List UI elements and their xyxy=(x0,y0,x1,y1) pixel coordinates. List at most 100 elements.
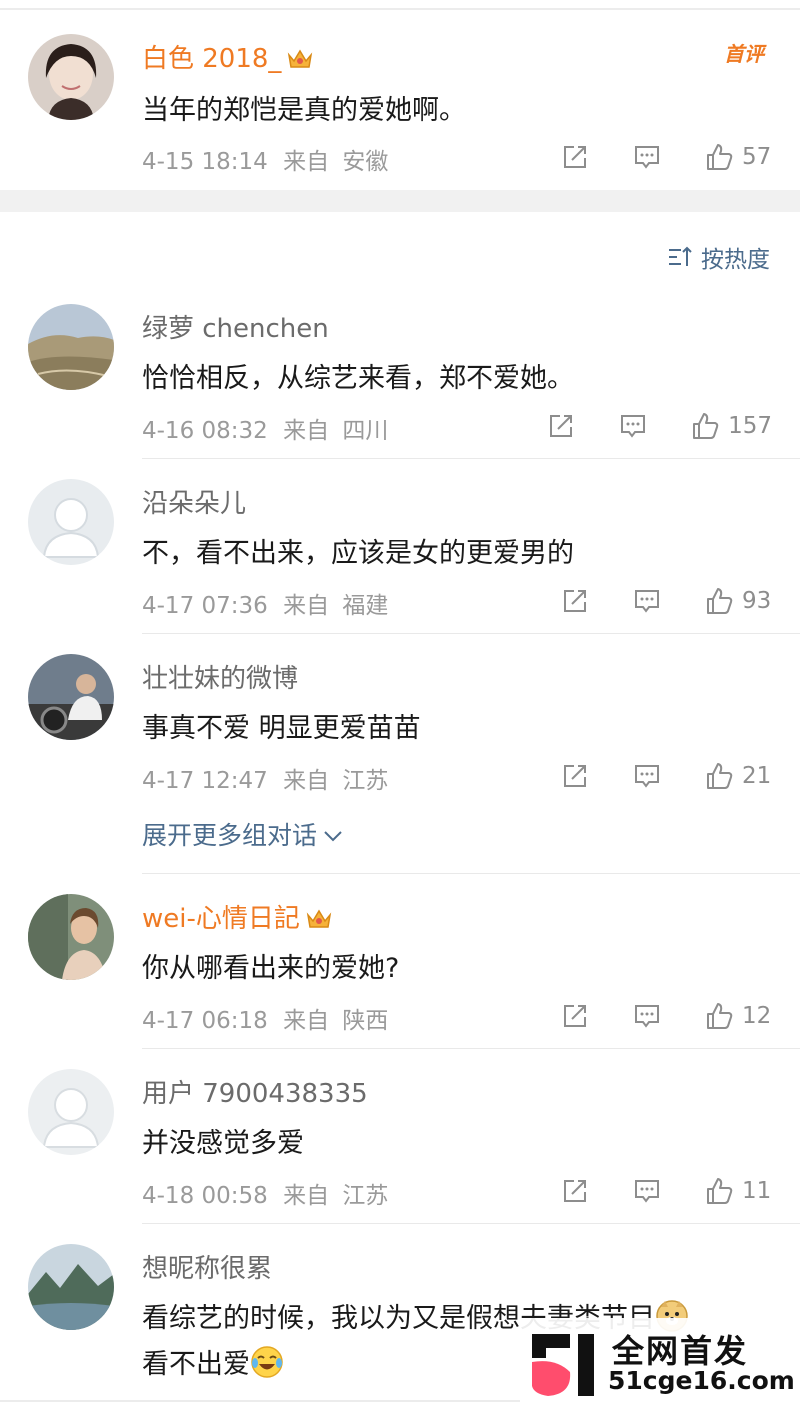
comment-actions: 21 xyxy=(560,759,772,793)
avatar[interactable] xyxy=(28,1069,114,1155)
comment-actions: 93 xyxy=(560,584,772,618)
comment-meta: 4-18 00:58 来自 江苏 xyxy=(142,1176,388,1210)
comment-meta: 4-15 18:14 来自 安徽 xyxy=(142,142,388,176)
first-comment-badge: 首评 xyxy=(724,42,764,66)
sort-icon xyxy=(669,246,692,266)
like-count: 93 xyxy=(742,588,772,614)
comment-time: 4-15 18:14 xyxy=(142,149,268,175)
user-name[interactable]: 绿萝 chenchen xyxy=(142,308,329,345)
comment-time: 4-18 00:58 xyxy=(142,1183,268,1209)
from-label: 来自 xyxy=(283,768,330,794)
comment-time: 4-16 08:32 xyxy=(142,418,268,444)
like-count: 157 xyxy=(728,413,772,439)
comment-item: 用户 7900438335 并没感觉多爱 4-18 00:58 来自 江苏 11 xyxy=(0,1055,800,1225)
like-icon[interactable] xyxy=(690,411,720,441)
share-icon[interactable] xyxy=(560,586,590,616)
comment-location: 福建 xyxy=(342,593,389,619)
like-icon[interactable] xyxy=(704,761,734,791)
share-icon[interactable] xyxy=(560,142,590,172)
comment-icon[interactable] xyxy=(632,142,662,172)
like-icon[interactable] xyxy=(704,586,734,616)
like-icon[interactable] xyxy=(704,1001,734,1031)
comment-location: 安徽 xyxy=(342,149,389,175)
comment-text: 不，看不出来，应该是女的更爱男的 xyxy=(142,538,574,569)
comment-item: wei-心情日記 你从哪看出来的爱她? 4-17 06:18 来自 陕西 12 xyxy=(0,880,800,1050)
watermark: 全网首发 51cge16.com xyxy=(520,1318,800,1406)
comment-location: 陕西 xyxy=(342,1008,389,1034)
comment-meta: 4-17 12:47 来自 江苏 xyxy=(142,761,388,795)
avatar[interactable] xyxy=(28,304,114,390)
comment-divider xyxy=(142,1048,800,1049)
like-count: 12 xyxy=(742,1003,772,1029)
user-name[interactable]: 用户 7900438335 xyxy=(142,1073,368,1110)
watermark-logo-icon xyxy=(532,1334,594,1396)
comment-text: 你从哪看出来的爱她? xyxy=(142,953,400,984)
comment-text-line2: 看不出爱 xyxy=(142,1342,284,1386)
from-label: 来自 xyxy=(283,1008,330,1034)
avatar[interactable] xyxy=(28,479,114,565)
share-icon[interactable] xyxy=(560,1001,590,1031)
from-label: 来自 xyxy=(283,1183,330,1209)
comment-divider xyxy=(142,458,800,459)
avatar[interactable] xyxy=(28,654,114,740)
comment-text: 恰恰相反，从综艺来看，郑不爱她。 xyxy=(142,363,574,394)
from-label: 来自 xyxy=(283,418,330,444)
like-count: 57 xyxy=(742,144,772,170)
comment-text: 当年的郑恺是真的爱她啊。 xyxy=(142,95,466,126)
comment-icon[interactable] xyxy=(618,411,648,441)
user-name[interactable]: wei-心情日記 xyxy=(142,898,332,938)
sort-label[interactable]: 按热度 xyxy=(701,240,770,274)
comment-meta: 4-17 06:18 来自 陕西 xyxy=(142,1001,388,1035)
comment-meta: 4-16 08:32 来自 四川 xyxy=(142,411,388,445)
comment-location: 江苏 xyxy=(342,768,389,794)
comment-icon[interactable] xyxy=(632,1176,662,1206)
user-name[interactable]: 壮壮妹的微博 xyxy=(142,658,298,695)
comment-text: 事真不爱 明显更爱苗苗 xyxy=(142,713,421,744)
from-label: 来自 xyxy=(283,593,330,619)
avatar[interactable] xyxy=(28,894,114,980)
comment-divider xyxy=(142,1223,800,1224)
user-name[interactable]: 沿朵朵儿 xyxy=(142,483,246,520)
avatar[interactable] xyxy=(28,1244,114,1330)
comment-meta: 4-17 07:36 来自 福建 xyxy=(142,586,388,620)
section-separator xyxy=(0,190,800,212)
like-count: 11 xyxy=(742,1178,772,1204)
comment-item: 沿朵朵儿 不，看不出来，应该是女的更爱男的 4-17 07:36 来自 福建 9… xyxy=(0,465,800,635)
comment-time: 4-17 07:36 xyxy=(142,593,268,619)
top-comment: 白色 2018_ 首评 当年的郑恺是真的爱她啊。 4-15 18:14 来自 安… xyxy=(0,0,800,190)
comment-location: 四川 xyxy=(342,418,389,444)
vip-crown-icon xyxy=(287,47,313,78)
from-label: 来自 xyxy=(283,149,330,175)
share-icon[interactable] xyxy=(560,761,590,791)
vip-crown-icon xyxy=(306,907,332,938)
comment-time: 4-17 12:47 xyxy=(142,768,268,794)
comment-item: 绿萝 chenchen 恰恰相反，从综艺来看，郑不爱她。 4-16 08:32 … xyxy=(0,290,800,460)
comment-text: 并没感觉多爱 xyxy=(142,1128,304,1159)
comment-location: 江苏 xyxy=(342,1183,389,1209)
avatar[interactable] xyxy=(28,34,114,120)
comment-icon[interactable] xyxy=(632,761,662,791)
comment-icon[interactable] xyxy=(632,1001,662,1031)
chevron-down-icon xyxy=(323,819,343,848)
comment-icon[interactable] xyxy=(632,586,662,616)
comment-actions: 57 xyxy=(560,140,772,174)
user-name[interactable]: 白色 2018_ xyxy=(142,38,313,78)
comment-item: 壮壮妹的微博 事真不爱 明显更爱苗苗 4-17 12:47 来自 江苏 21 xyxy=(0,640,800,875)
share-icon[interactable] xyxy=(546,411,576,441)
comment-divider xyxy=(142,873,800,874)
laughing-tears-emoji-icon xyxy=(250,1345,284,1386)
share-icon[interactable] xyxy=(560,1176,590,1206)
like-count: 21 xyxy=(742,763,772,789)
like-icon[interactable] xyxy=(704,1176,734,1206)
comment-actions: 12 xyxy=(560,999,772,1033)
user-name[interactable]: 想昵称很累 xyxy=(142,1248,272,1285)
comment-actions: 11 xyxy=(560,1174,772,1208)
bottom-divider xyxy=(0,1400,520,1402)
comment-time: 4-17 06:18 xyxy=(142,1008,268,1034)
expand-more-conversations-link[interactable]: 展开更多组对话 xyxy=(142,816,343,852)
comment-actions: 157 xyxy=(546,409,772,443)
comment-divider xyxy=(142,633,800,634)
like-icon[interactable] xyxy=(704,142,734,172)
watermark-url: 51cge16.com xyxy=(608,1366,795,1395)
sort-by-hot-button[interactable]: 按热度 xyxy=(667,240,770,274)
